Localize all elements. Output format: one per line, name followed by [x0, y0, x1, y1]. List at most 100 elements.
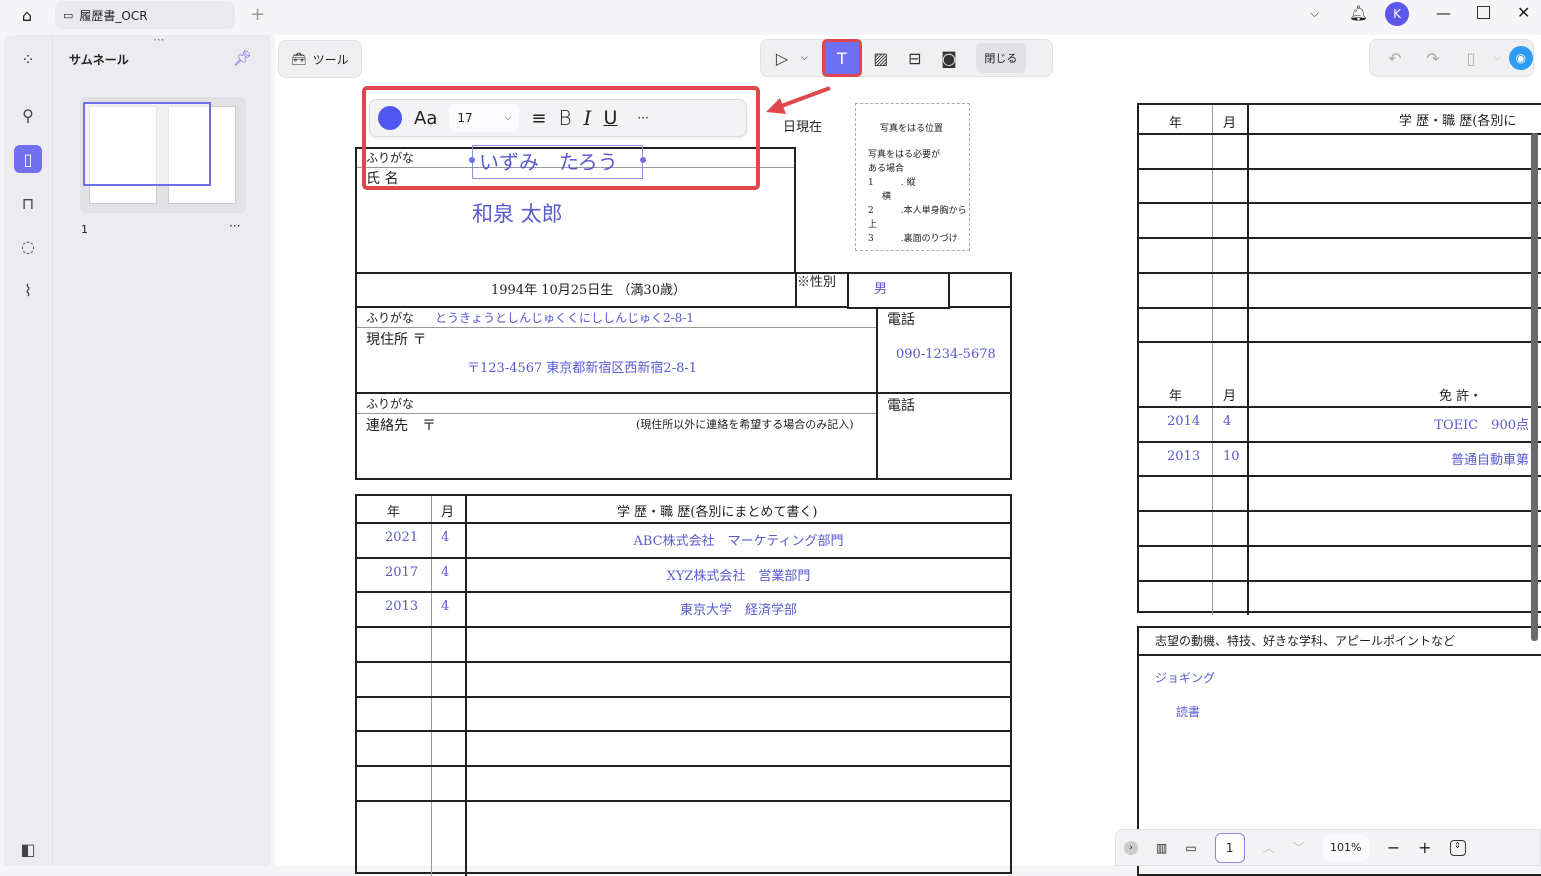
thumbnail-more-button[interactable]: ··· [229, 219, 240, 233]
history-month-header: 月 [441, 505, 455, 520]
row-divider [1139, 202, 1541, 205]
row-month: 4 [441, 599, 450, 615]
presentation-icon[interactable]: ▭ [1185, 841, 1196, 855]
panel-title: サムネール [69, 53, 129, 67]
home-icon[interactable]: ⌂ [14, 4, 40, 26]
bell-icon[interactable]: 🔔︎ [1349, 4, 1368, 22]
search-icon[interactable]: ⚲ [14, 101, 42, 129]
new-tab-button[interactable]: + [250, 4, 265, 25]
italic-button[interactable]: I [584, 106, 592, 130]
undo-icon[interactable]: ↶ [1380, 43, 1410, 73]
bold-button[interactable]: B [558, 106, 571, 130]
name-value: 和泉 太郎 [472, 202, 563, 226]
row-month: 4 [441, 530, 450, 545]
sidebar-toggle-icon[interactable]: ◧ [14, 835, 42, 863]
avatar-initial: K [1393, 7, 1401, 21]
watermark-icon[interactable]: ◙ [934, 43, 964, 73]
row-divider [1139, 475, 1541, 478]
address-furigana-value: とうきょうとしんじゅくくにししんじゅく2-8-1 [435, 311, 695, 325]
edit-toolbar: ▷ ⌵ T ▨ ⊟ ◙ 閉じる [760, 39, 1053, 77]
address-furigana-label: ふりがな [366, 311, 415, 325]
two-page-view-icon[interactable]: ▥ [1156, 841, 1167, 855]
fit-page-icon[interactable]: ⇕ [1449, 839, 1466, 856]
row-year: 2021 [385, 530, 419, 545]
row-divider [1139, 579, 1541, 582]
thumbnail-page-icon[interactable]: ▯ [14, 145, 42, 173]
more-options-button[interactable]: ··· [637, 111, 648, 125]
row-content: XYZ株式会社 営業部門 [666, 568, 811, 584]
photo-title: 写真をはる位置 [880, 124, 944, 134]
zoom-in-button[interactable]: + [1418, 838, 1431, 857]
right-month-header: 月 [1223, 116, 1237, 131]
viewport-indicator [83, 102, 211, 186]
thumbnail-panel: ··· サムネール 📌︎ 1 ··· [52, 33, 270, 866]
photo-box: 写真をはる位置 写真をはる必要が ある場合 1 . 縦 横 2 .本人単身胸から… [855, 103, 970, 251]
close-window-button[interactable]: ✕ [1517, 3, 1530, 22]
document-tab[interactable]: ▭ 履歴書_OCR [55, 1, 235, 29]
contact-phone-label: 電話 [887, 398, 915, 414]
tools-button[interactable]: 🧰︎ ツール [278, 40, 362, 78]
zoom-level[interactable]: 101% [1322, 834, 1369, 861]
row-divider [1139, 406, 1541, 408]
font-button[interactable]: Aa [414, 108, 437, 129]
zoom-value: 101% [1329, 841, 1362, 854]
address-value: 〒123-4567 東京都新宿区西新宿2-8-1 [467, 361, 698, 376]
history-year-header: 年 [387, 505, 401, 520]
phone-label: 電話 [887, 312, 915, 328]
row-divider [1139, 341, 1541, 344]
photo-line: 2 .本人単身胸から上 [868, 206, 967, 230]
vertical-scrollbar[interactable] [1531, 133, 1538, 641]
save-icon[interactable]: ▯ [1456, 43, 1486, 73]
expand-icon[interactable]: › [1124, 840, 1138, 855]
row-content: 東京大学 経済学部 [679, 603, 797, 619]
page-thumbnail[interactable] [80, 97, 246, 213]
page-navigation-bar: › ▥ ▭ 1 ︿ ﹀ 101% − + ⇕ [1115, 829, 1541, 866]
resize-handle[interactable]: ··· [153, 33, 164, 47]
next-page-icon[interactable]: ﹀ [1293, 839, 1305, 856]
add-text-tool[interactable]: T [821, 39, 862, 77]
license-rows: 2014 4 TOEIC 900点 2013 10 普通自動車第 [1139, 378, 1541, 618]
right-content-header: 学 歴・職 歴(各別に [1399, 114, 1517, 129]
photo-line: 1 . 縦 [868, 178, 916, 188]
attachment-icon[interactable]: ⌇ [14, 276, 42, 304]
history-table: 年 月 学 歴・職 歴(各別にまとめて書く) 2021 4 ABC株式会社 マーケテ… [355, 494, 1012, 876]
row-divider [357, 591, 1010, 594]
chevron-down-icon[interactable]: ⌵ [801, 53, 808, 63]
comment-icon[interactable]: ◌ [14, 232, 42, 260]
contact-furigana-label: ふりがな [366, 397, 415, 411]
right-toolbar: ↶ ↷ ▯ ⌵ ◉ [1369, 39, 1534, 77]
chevron-down-icon[interactable]: ⌵ [1494, 53, 1501, 63]
font-size-select[interactable]: 17 ⌵ [449, 104, 520, 132]
zoom-out-button[interactable]: − [1387, 838, 1400, 857]
history-content-header: 学 歴・職 歴(各別にまとめて書く) [617, 505, 818, 520]
underline-button[interactable]: U [603, 107, 617, 129]
row-month: 4 [1223, 414, 1232, 429]
row-divider [357, 626, 1010, 629]
right-year-header: 年 [1169, 116, 1183, 131]
select-pointer-icon[interactable]: ▷ [767, 43, 797, 73]
apps-icon[interactable]: ⁘ [14, 45, 42, 73]
redo-icon[interactable]: ↷ [1418, 43, 1448, 73]
row-divider [1139, 440, 1541, 443]
minimize-button[interactable]: — [1436, 4, 1451, 22]
row-divider [1139, 510, 1541, 513]
address-label: 現住所 〒 [366, 332, 427, 348]
add-image-icon[interactable]: ▨ [866, 43, 896, 73]
row-divider [1139, 237, 1541, 240]
avatar[interactable]: K [1385, 2, 1409, 26]
row-content: 普通自動車第 [1450, 452, 1529, 468]
align-icon[interactable]: ≡ [531, 108, 546, 129]
ai-assistant-icon[interactable]: ◉ [1508, 46, 1533, 70]
close-edit-button[interactable]: 閉じる [975, 43, 1026, 73]
tab-title: 履歴書_OCR [79, 8, 148, 23]
add-link-icon[interactable]: ⊟ [900, 43, 930, 73]
chevron-down-icon[interactable]: ⌵ [1310, 6, 1319, 21]
row-year: 2017 [385, 564, 419, 580]
previous-page-icon[interactable]: ︿ [1263, 839, 1275, 856]
bookmark-icon[interactable]: ⊓ [14, 189, 42, 217]
pin-icon[interactable]: 📌︎ [233, 49, 252, 67]
text-color-picker[interactable] [378, 106, 402, 130]
row-divider [1139, 544, 1541, 547]
page-number-input[interactable]: 1 [1214, 832, 1245, 863]
maximize-button[interactable] [1477, 6, 1490, 19]
